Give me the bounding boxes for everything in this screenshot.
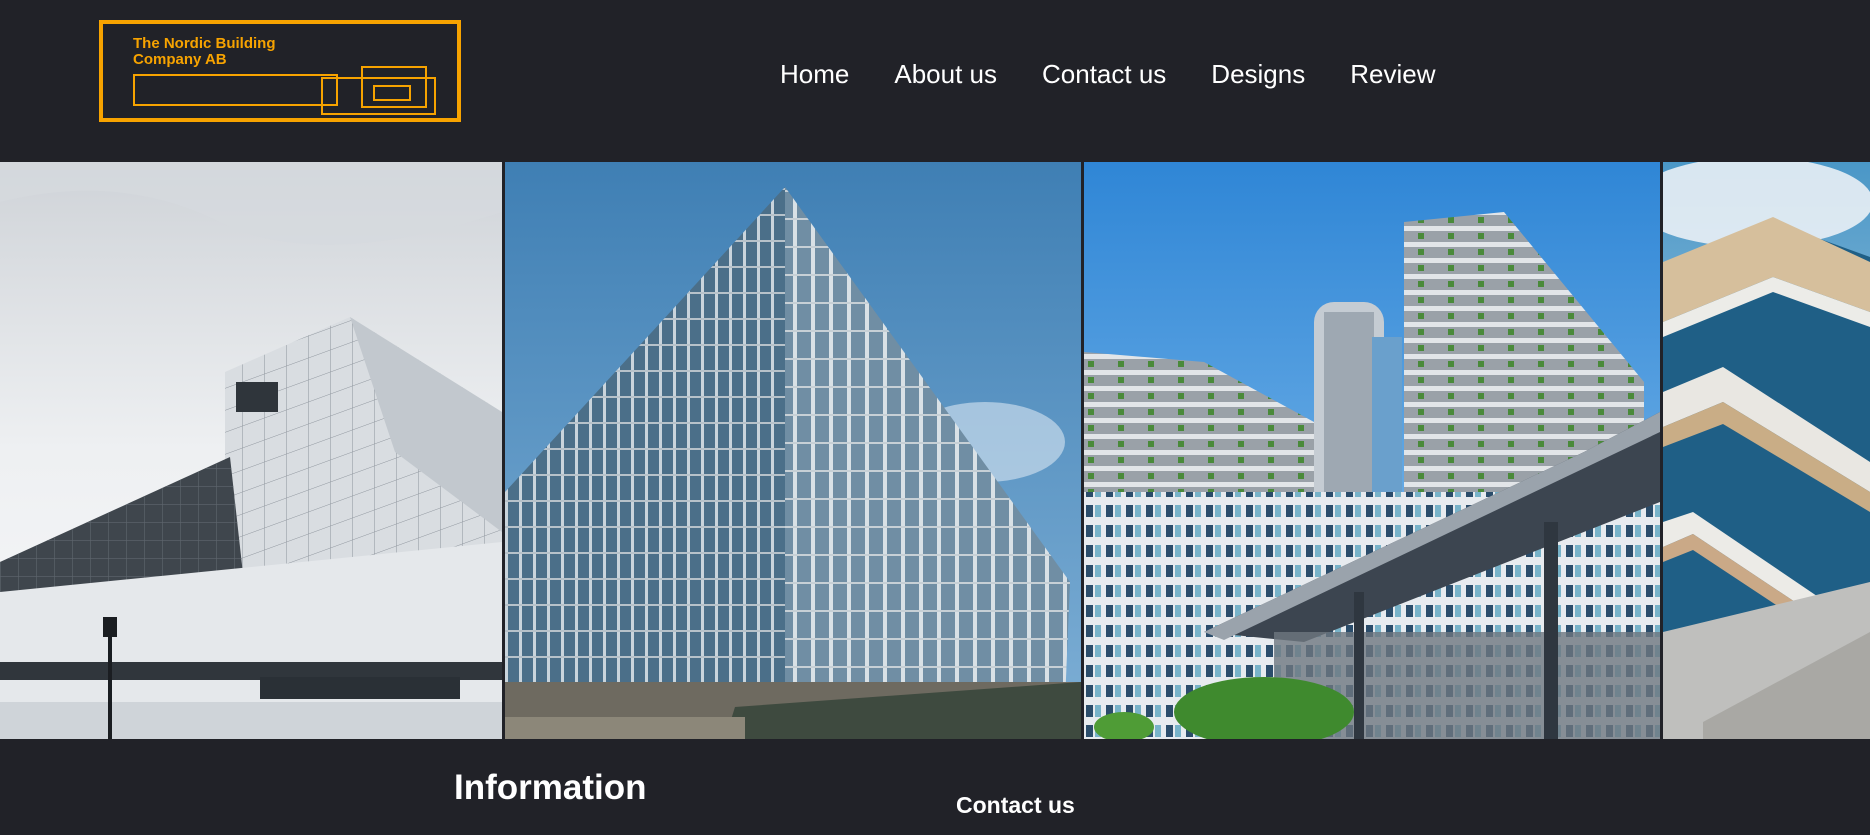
nav-designs[interactable]: Designs (1211, 56, 1305, 96)
nav-contact-us[interactable]: Contact us (1042, 56, 1166, 96)
logo-shape (373, 85, 411, 101)
main-nav: Home About us Contact us Designs Review (780, 56, 1435, 96)
site-header: The Nordic Building Company AB Home Abou… (0, 0, 1870, 162)
company-logo[interactable]: The Nordic Building Company AB (99, 20, 461, 122)
nav-review[interactable]: Review (1350, 56, 1435, 96)
information-heading: Information (454, 768, 647, 807)
nav-about-us[interactable]: About us (894, 56, 997, 96)
logo-line-1: The Nordic Building (133, 35, 276, 52)
image-gallery (0, 162, 1870, 739)
building-photo-2 (505, 162, 1081, 739)
logo-text: The Nordic Building Company AB (133, 36, 353, 68)
nav-home[interactable]: Home (780, 56, 849, 96)
logo-shape (133, 74, 338, 106)
gallery-photo-4[interactable] (1663, 162, 1870, 739)
building-photo-1 (0, 162, 502, 739)
gallery-photo-1[interactable] (0, 162, 502, 739)
logo-line-2: Company AB (133, 51, 227, 68)
contact-heading: Contact us (956, 792, 1075, 818)
building-photo-3 (1084, 162, 1660, 739)
building-photo-4 (1663, 162, 1870, 739)
gallery-photo-3[interactable] (1084, 162, 1660, 739)
gallery-photo-2[interactable] (505, 162, 1081, 739)
